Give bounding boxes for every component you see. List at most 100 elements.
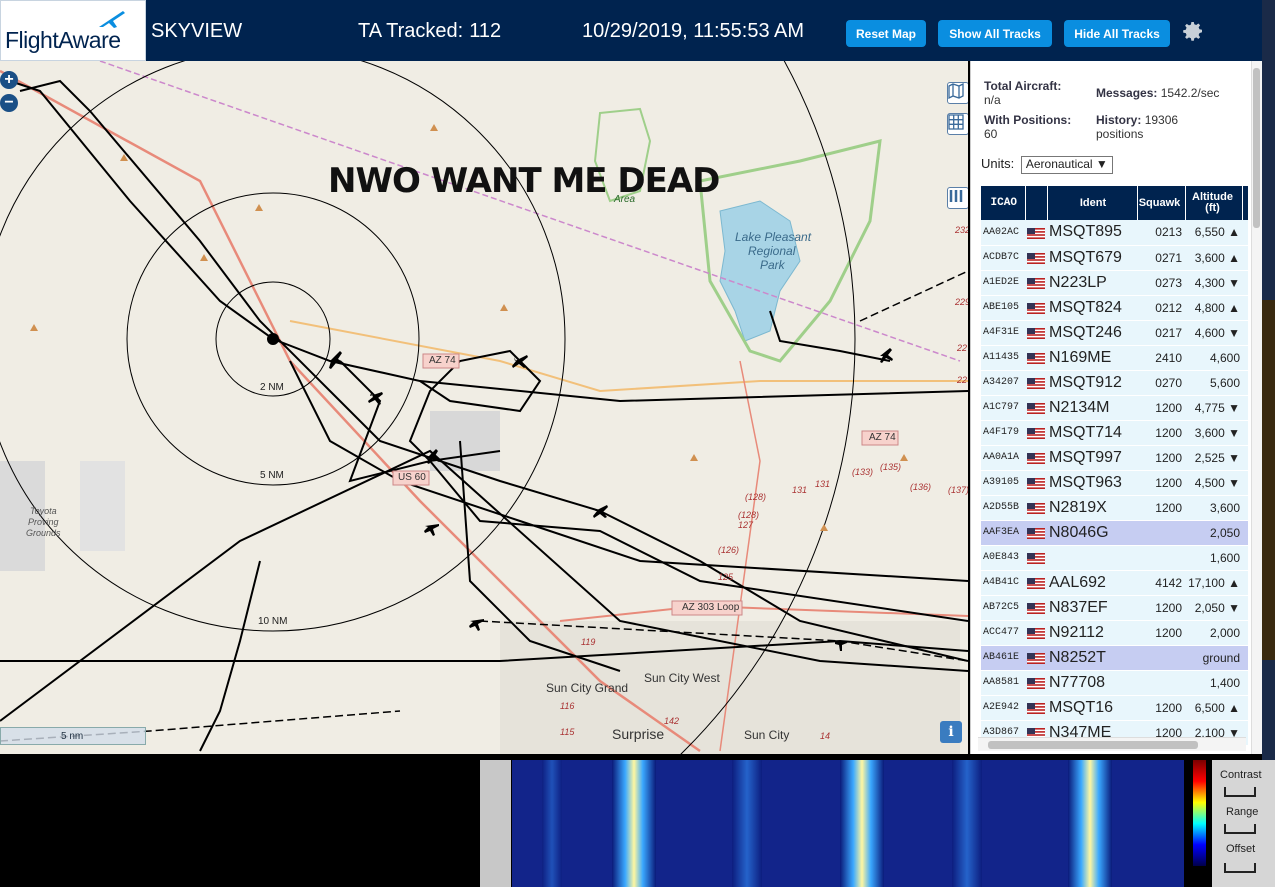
altitude-cell: 6,500 ▲ <box>1185 695 1242 721</box>
squawk-cell: 1200 <box>1137 595 1185 621</box>
col-flag[interactable] <box>1025 186 1048 220</box>
us-flag-icon <box>1027 650 1045 665</box>
table-row[interactable]: AA0A1A MSQT997 1200 2,525 ▼ <box>981 445 1248 471</box>
units-select[interactable]: Aeronautical ▼ <box>1020 156 1113 174</box>
us-flag-icon <box>1027 275 1045 290</box>
ident-cell: N8252T <box>1047 645 1137 671</box>
receiver-site-marker <box>267 333 279 345</box>
datetime: 10/29/2019, 11:55:53 AM <box>582 20 805 42</box>
zoom-in-button[interactable]: + <box>0 71 18 89</box>
icao-cell: A4F31E <box>981 320 1025 346</box>
contrast-slider[interactable] <box>1224 787 1256 797</box>
aircraft-icon <box>424 524 439 536</box>
table-row[interactable]: A0E843 1,600 <box>981 545 1248 571</box>
altitude-cell: 4,600 ▼ <box>1185 320 1242 346</box>
scale-label: 5 nm <box>61 731 84 742</box>
map-layers-button[interactable] <box>947 82 968 104</box>
ident-cell: MSQT824 <box>1047 295 1137 321</box>
table-row[interactable]: AB72C5 N837EF 1200 2,050 ▼ <box>981 595 1248 621</box>
grid-toggle-button[interactable] <box>947 113 968 135</box>
icao-cell: ACDB7C <box>981 245 1025 271</box>
us-flag-icon <box>1027 575 1045 590</box>
squawk-cell: 4142 <box>1137 570 1185 596</box>
altitude-cell: 2,050 <box>1185 520 1242 546</box>
place-label: Proving <box>28 517 59 527</box>
road-label: AZ 74 <box>869 432 896 443</box>
road-label: AZ 74 <box>429 355 456 366</box>
table-row[interactable]: ACDB7C MSQT679 0271 3,600 ▲ <box>981 245 1248 271</box>
table-row[interactable]: A4F179 MSQT714 1200 3,600 ▼ <box>981 420 1248 446</box>
col-ident[interactable]: Ident <box>1047 186 1138 220</box>
table-row[interactable]: A39105 MSQT963 1200 4,500 ▼ <box>981 470 1248 496</box>
flag-cell <box>1025 420 1047 446</box>
road-label: AZ 303 Loop <box>682 602 740 613</box>
extra-cell <box>1242 695 1248 721</box>
hide-all-tracks-button[interactable]: Hide All Tracks <box>1064 20 1170 47</box>
panel-horizontal-scrollbar[interactable] <box>978 737 1246 751</box>
table-row[interactable]: AA8581 N77708 1,400 <box>981 670 1248 696</box>
table-row[interactable]: AB461E N8252T ground <box>981 645 1248 671</box>
overlay-text: NWO WANT ME DEAD <box>328 161 720 201</box>
column-toggle-button[interactable] <box>947 187 968 209</box>
zoom-out-button[interactable]: − <box>0 94 18 112</box>
icao-cell: AAF3EA <box>981 520 1025 546</box>
range-label: Range <box>1226 806 1259 818</box>
col-icao[interactable]: ICAO <box>981 186 1026 220</box>
squawk-cell: 1200 <box>1137 695 1185 721</box>
range-slider[interactable] <box>1224 824 1256 834</box>
extra-cell <box>1242 395 1248 421</box>
ident-cell: N169ME <box>1047 345 1137 371</box>
table-row[interactable]: A34207 MSQT912 0270 5,600 <box>981 370 1248 396</box>
flag-cell <box>1025 320 1047 346</box>
table-row[interactable]: A1ED2E N223LP 0273 4,300 ▼ <box>981 270 1248 296</box>
icao-cell: A39105 <box>981 470 1025 496</box>
show-all-tracks-button[interactable]: Show All Tracks <box>938 20 1052 47</box>
place-label: Grounds <box>26 528 61 538</box>
spectrum-controls: Contrast Range Offset <box>1212 760 1275 887</box>
road-number: 14 <box>820 731 831 741</box>
info-button[interactable]: i <box>940 721 962 743</box>
panel-vertical-scroll-thumb[interactable] <box>1253 68 1260 228</box>
table-row[interactable]: A2E942 MSQT16 1200 6,500 ▲ <box>981 695 1248 721</box>
table-row[interactable]: A1C797 N2134M 1200 4,775 ▼ <box>981 395 1248 421</box>
col-altitude[interactable]: Altitude (ft) <box>1185 186 1243 220</box>
squawk-cell <box>1137 545 1185 571</box>
table-header-row: ICAO Ident Squawk Altitude (ft) <box>981 186 1249 220</box>
flag-cell <box>1025 245 1047 271</box>
altitude-cell: 17,100 ▲ <box>1185 570 1242 596</box>
table-row[interactable]: AAF3EA N8046G 2,050 <box>981 520 1248 546</box>
units-row: Units: Aeronautical ▼ <box>981 156 1113 174</box>
panel-horizontal-scroll-thumb[interactable] <box>988 741 1198 749</box>
table-row[interactable]: A4B41C AAL692 4142 17,100 ▲ <box>981 570 1248 596</box>
altitude-cell: 1,600 <box>1185 545 1242 571</box>
col-squawk[interactable]: Squawk <box>1137 186 1186 220</box>
road <box>559 604 968 622</box>
range-label-10nm: 10 NM <box>258 616 288 627</box>
map-view[interactable]: NWO WANT ME DEAD 2 NM 5 NM 10 NM Lake Pl… <box>0 61 968 754</box>
extra-cell <box>1242 270 1248 296</box>
table-row[interactable]: AA02AC MSQT895 0213 6,550 ▲ <box>981 220 1248 246</box>
table-row[interactable]: A2D55B N2819X 1200 3,600 <box>981 495 1248 521</box>
flag-cell <box>1025 695 1047 721</box>
icao-cell: AB461E <box>981 645 1025 671</box>
place-label: Regional <box>748 244 796 258</box>
table-row[interactable]: ACC477 N92112 1200 2,000 <box>981 620 1248 646</box>
offset-slider[interactable] <box>1224 863 1256 873</box>
total-aircraft-stat: Total Aircraft: n/a <box>984 79 1061 107</box>
reset-map-button[interactable]: Reset Map <box>846 20 926 47</box>
table-row[interactable]: A11435 N169ME 2410 4,600 <box>981 345 1248 371</box>
with-positions-value: 60 <box>984 127 998 141</box>
col-altitude-unit: (ft) <box>1205 202 1220 214</box>
table-row[interactable]: A4F31E MSQT246 0217 4,600 ▼ <box>981 320 1248 346</box>
place-label: Sun City West <box>644 671 720 685</box>
place-label: Sun City <box>744 728 790 742</box>
table-row[interactable]: ABE105 MSQT824 0212 4,800 ▲ <box>981 295 1248 321</box>
altitude-cell: 2,050 ▼ <box>1185 595 1242 621</box>
flightaware-logo[interactable]: FlightAware <box>0 0 146 61</box>
gear-icon[interactable] <box>1181 19 1205 43</box>
squawk-cell <box>1137 670 1185 696</box>
road-number: (136) <box>910 482 932 492</box>
ident-cell: MSQT679 <box>1047 245 1137 271</box>
icao-cell: A0E843 <box>981 545 1025 571</box>
road-number: 127 <box>738 520 754 530</box>
